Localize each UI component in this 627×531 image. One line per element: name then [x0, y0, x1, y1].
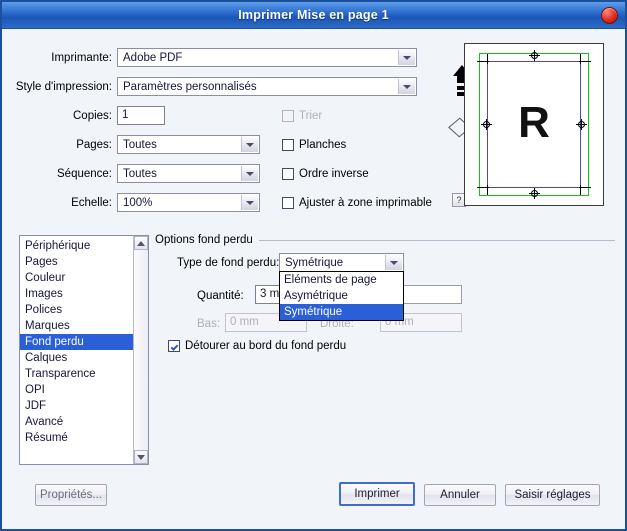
bleed-type-dropdown-popup[interactable]: Eléments de page Asymétrique Symétrique: [279, 271, 404, 321]
scroll-up-button[interactable]: [134, 236, 148, 250]
checkbox-box[interactable]: [282, 139, 294, 151]
scale-label: Echelle:: [71, 197, 112, 209]
dialog-footer: Propriétés... Imprimer Annuler Saisir ré…: [2, 471, 625, 529]
dropdown-option[interactable]: Eléments de page: [280, 272, 403, 288]
list-item[interactable]: Périphérique: [20, 238, 133, 254]
checkbox-label: Trier: [299, 110, 323, 122]
checkbox-spreads[interactable]: Planches: [282, 139, 346, 151]
bleed-type-value: Symétrique: [285, 256, 344, 269]
copies-input[interactable]: 1: [117, 106, 165, 125]
dropdown-option[interactable]: Asymétrique: [280, 288, 403, 304]
sequence-label: Séquence:: [57, 168, 112, 180]
list-item-selected[interactable]: Fond perdu: [20, 334, 133, 350]
crop-mark: [487, 54, 488, 64]
checkbox-label: Détourer au bord du fond perdu: [185, 340, 347, 352]
bleed-type-label: Type de fond perdu:: [177, 257, 280, 269]
checkbox-box[interactable]: [168, 340, 180, 352]
printer-select[interactable]: Adobe PDF: [117, 48, 417, 67]
checkbox-collate: Trier: [282, 110, 322, 122]
registration-mark: [529, 50, 540, 61]
checkbox-clip-to-bleed[interactable]: Détourer au bord du fond perdu: [168, 340, 346, 352]
scroll-down-button[interactable]: [134, 450, 148, 464]
group-title: Options fond perdu: [155, 234, 253, 246]
category-items: Périphérique Pages Couleur Images Police…: [20, 236, 133, 464]
bottom-label: Bas:: [197, 318, 221, 330]
close-icon[interactable]: [601, 7, 618, 24]
list-item[interactable]: OPI: [20, 382, 133, 398]
chevron-down-icon[interactable]: [241, 166, 258, 181]
chevron-down-icon[interactable]: [398, 50, 415, 65]
list-scrollbar[interactable]: [133, 236, 148, 464]
print-style-value: Paramètres personnalisés: [123, 80, 257, 93]
list-item[interactable]: Polices: [20, 302, 133, 318]
pages-select[interactable]: Toutes: [117, 135, 260, 154]
chevron-down-icon[interactable]: [398, 79, 415, 94]
checkbox-reverse-order[interactable]: Ordre inverse: [282, 168, 369, 180]
crop-mark: [580, 54, 581, 64]
quantity-label: Quantité:: [197, 290, 244, 302]
sequence-value: Toutes: [123, 167, 157, 180]
chevron-down-icon[interactable]: [241, 137, 258, 152]
print-style-label: Style d'impression:: [15, 81, 112, 93]
checkbox-label: Ordre inverse: [299, 168, 369, 180]
bleed-type-select[interactable]: Symétrique: [279, 253, 404, 272]
chevron-down-icon[interactable]: [241, 195, 258, 210]
crop-mark: [579, 61, 591, 62]
print-dialog-window: Imprimer Mise en page 1 Imprimante: Adob…: [0, 0, 627, 531]
print-button[interactable]: Imprimer: [339, 482, 415, 506]
options-category-list[interactable]: Périphérique Pages Couleur Images Police…: [19, 235, 149, 465]
scale-select[interactable]: 100%: [117, 193, 260, 212]
scale-value: 100%: [123, 196, 153, 209]
list-item[interactable]: Pages: [20, 254, 133, 270]
list-item[interactable]: JDF: [20, 398, 133, 414]
checkbox-box: [282, 110, 294, 122]
checkbox-label: Ajuster à zone imprimable: [299, 197, 432, 209]
pages-value: Toutes: [123, 138, 157, 151]
list-item[interactable]: Images: [20, 286, 133, 302]
dropdown-option-selected[interactable]: Symétrique: [280, 304, 403, 320]
crop-mark: [579, 187, 591, 188]
checkbox-label: Planches: [299, 139, 347, 151]
checkbox-fit-printable-area[interactable]: Ajuster à zone imprimable: [282, 197, 432, 209]
pages-label: Pages:: [76, 139, 112, 151]
page-area: R: [487, 61, 581, 188]
crop-mark: [477, 187, 489, 188]
registration-mark: [576, 119, 587, 130]
printer-label: Imprimante:: [51, 52, 112, 64]
properties-button[interactable]: Propriétés...: [35, 484, 107, 506]
sequence-select[interactable]: Toutes: [117, 164, 260, 183]
bleed-options-group: Options fond perdu: [155, 234, 615, 246]
page-preview: R: [464, 43, 604, 206]
cancel-button[interactable]: Annuler: [424, 484, 496, 506]
list-item[interactable]: Avancé: [20, 414, 133, 430]
list-item[interactable]: Résumé: [20, 430, 133, 446]
bottom-value: 0 mm: [230, 316, 259, 328]
print-style-select[interactable]: Paramètres personnalisés: [117, 77, 417, 96]
list-item[interactable]: Couleur: [20, 270, 133, 286]
printer-value: Adobe PDF: [123, 51, 183, 64]
list-item[interactable]: Marques: [20, 318, 133, 334]
title-bar: Imprimer Mise en page 1: [2, 2, 625, 29]
copies-label: Copies:: [73, 110, 112, 122]
list-item[interactable]: Transparence: [20, 366, 133, 382]
save-preset-button[interactable]: Saisir réglages: [505, 484, 600, 506]
preview-letter: R: [518, 97, 550, 147]
group-header: Options fond perdu: [155, 234, 615, 246]
crop-mark: [477, 61, 489, 62]
registration-mark: [529, 188, 540, 199]
group-divider: [258, 239, 615, 241]
checkbox-box[interactable]: [282, 168, 294, 180]
registration-mark: [481, 119, 492, 130]
checkbox-box[interactable]: [282, 197, 294, 209]
chevron-down-icon[interactable]: [385, 255, 402, 270]
list-item[interactable]: Calques: [20, 350, 133, 366]
window-title: Imprimer Mise en page 1: [238, 8, 389, 22]
copies-value: 1: [122, 109, 129, 121]
